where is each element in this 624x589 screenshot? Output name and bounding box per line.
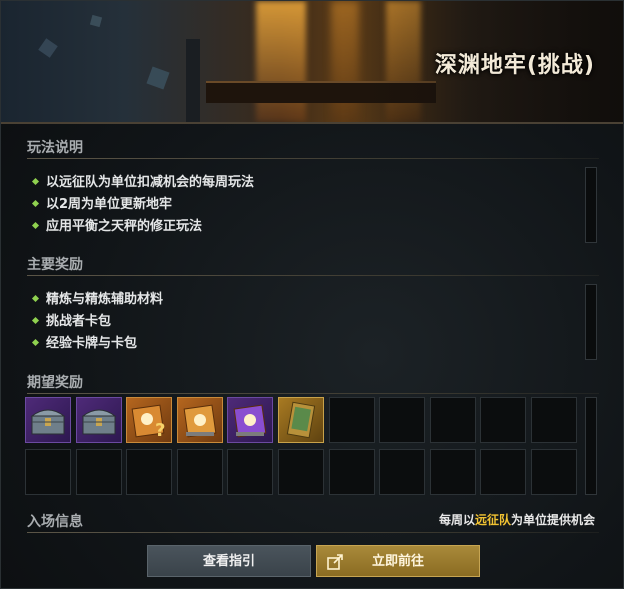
- rules-section-title: 玩法说明: [27, 140, 83, 156]
- bullet-icon: [31, 221, 40, 230]
- reward-slot[interactable]: [278, 397, 324, 443]
- reward-item: 经验卡牌与卡包: [31, 332, 137, 351]
- bullet-icon: [31, 199, 40, 208]
- section-divider: [27, 532, 599, 533]
- reward-slot[interactable]: [227, 397, 274, 443]
- reward-item: 精炼与精炼辅助材料: [31, 288, 163, 307]
- page-title: 深渊地牢(挑战): [434, 53, 595, 78]
- empty-reward-slot[interactable]: [25, 449, 71, 495]
- section-divider: [27, 275, 599, 276]
- reward-slot[interactable]: [176, 397, 223, 443]
- expected-section-title: 期望奖励: [27, 375, 83, 391]
- bullet-icon: [31, 338, 40, 347]
- entry-info-label: 入场信息: [27, 514, 83, 530]
- empty-reward-slot[interactable]: [379, 397, 426, 443]
- section-divider: [27, 393, 599, 394]
- reward-slot[interactable]: [75, 397, 122, 443]
- empty-reward-slot[interactable]: [531, 449, 577, 495]
- reward-item: 挑战者卡包: [31, 310, 111, 329]
- external-link-icon: [327, 554, 343, 570]
- reward-slot[interactable]: ?: [126, 397, 173, 443]
- rewards-scrollbar[interactable]: [585, 284, 597, 360]
- svg-text:?: ?: [155, 420, 165, 441]
- rules-scrollbar[interactable]: [585, 167, 597, 243]
- section-divider: [27, 158, 599, 159]
- treasure-chest-icon: [81, 409, 117, 435]
- empty-reward-slot[interactable]: [176, 449, 223, 495]
- empty-reward-slot[interactable]: [328, 449, 375, 495]
- empty-reward-slot[interactable]: [379, 449, 426, 495]
- mystery-book-icon: ?: [131, 404, 166, 441]
- reward-slot[interactable]: [25, 397, 71, 443]
- empty-reward-slot[interactable]: [126, 449, 173, 495]
- rule-item: 以远征队为单位扣减机会的每周玩法: [31, 171, 254, 190]
- banner-divider: [1, 122, 623, 124]
- bullet-icon: [31, 294, 40, 303]
- bullet-icon: [31, 177, 40, 186]
- rule-item: 以2周为单位更新地牢: [31, 193, 172, 212]
- card-icon: [286, 401, 316, 439]
- reward-grid-scrollbar[interactable]: [585, 397, 597, 495]
- empty-reward-slot[interactable]: [328, 397, 375, 443]
- go-now-button[interactable]: 立即前往: [316, 545, 480, 577]
- empty-reward-slot[interactable]: [429, 397, 476, 443]
- bullet-icon: [31, 316, 40, 325]
- view-guide-button[interactable]: 查看指引: [147, 545, 311, 577]
- treasure-chest-icon: [30, 409, 66, 435]
- book-icon: [234, 404, 267, 438]
- empty-reward-slot[interactable]: [278, 449, 324, 495]
- entry-info-text: 每周以远征队为单位提供机会: [438, 513, 595, 527]
- go-now-label: 立即前往: [371, 554, 424, 569]
- empty-reward-slot[interactable]: [480, 449, 527, 495]
- empty-reward-slot[interactable]: [480, 397, 527, 443]
- dungeon-info-panel: 深渊地牢(挑战) 玩法说明 以远征队为单位扣减机会的每周玩法 以2周为单位更新地…: [0, 0, 624, 589]
- book-icon: [183, 404, 217, 438]
- empty-reward-slot[interactable]: [429, 449, 476, 495]
- empty-reward-slot[interactable]: [227, 449, 274, 495]
- empty-reward-slot[interactable]: [75, 449, 122, 495]
- rewards-section-title: 主要奖励: [27, 257, 83, 273]
- rule-item: 应用平衡之天秤的修正玩法: [31, 215, 202, 234]
- empty-reward-slot[interactable]: [531, 397, 577, 443]
